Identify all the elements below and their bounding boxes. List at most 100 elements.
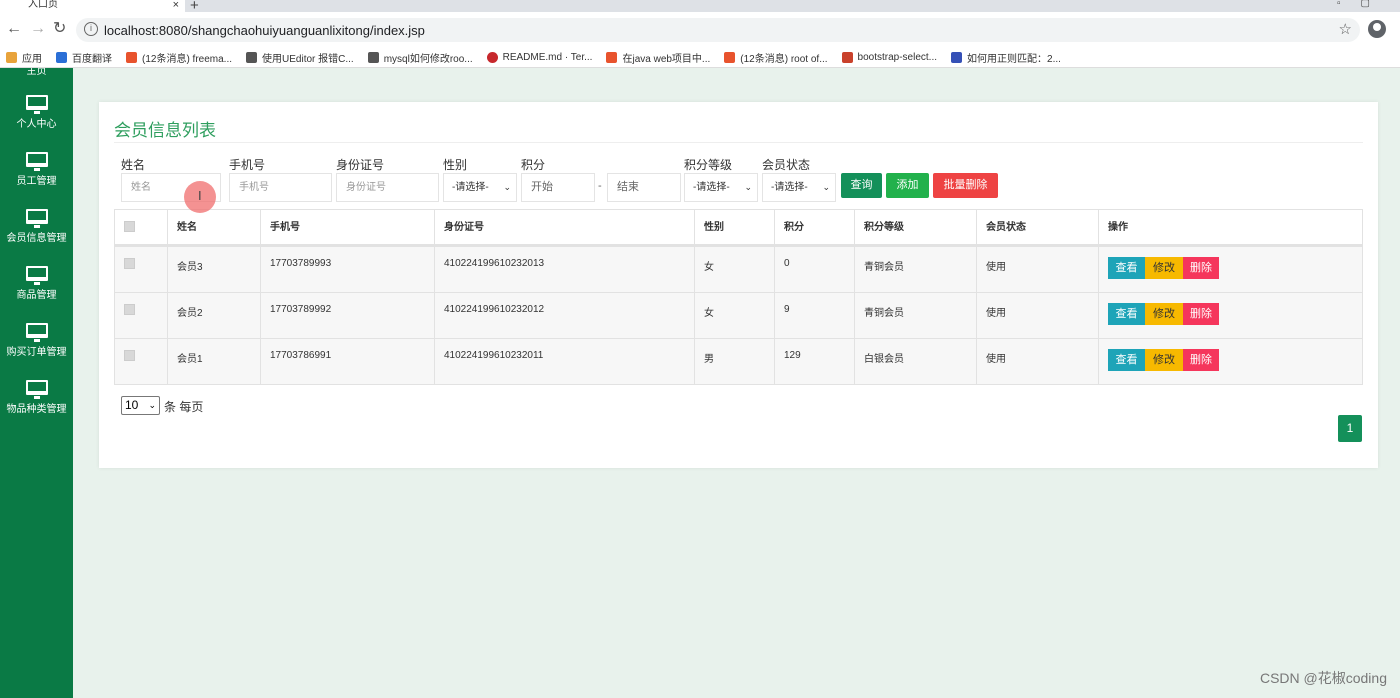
url-input[interactable]: i localhost:8080/shangchaohuiyuanguanlix… (76, 18, 1360, 42)
sidebar-item-label: 个人中心 (16, 119, 57, 130)
tab-close-icon[interactable]: × (173, 0, 179, 11)
mouse-cursor-icon (184, 181, 216, 213)
cell-points: 0 (774, 247, 854, 292)
bookmark-favicon-icon (606, 52, 618, 63)
phone-filter-label: 手机号 (229, 158, 266, 172)
cell-name: 会员2 (167, 293, 260, 338)
cell-gender: 女 (694, 247, 774, 292)
page-1-button[interactable]: 1 (1338, 415, 1362, 442)
idcard-filter-input[interactable]: 身份证号 (336, 173, 439, 202)
sidebar-item-label: 会员信息管理 (6, 233, 67, 244)
bookmark-favicon-icon (486, 52, 498, 63)
row-checkbox[interactable] (124, 258, 135, 269)
sidebar-item-home[interactable]: 主页 (0, 68, 73, 77)
table-row: 会员1 17703786991 410224199610232011 男 129… (115, 338, 1362, 384)
cell-actions: 查看 修改 删除 (1098, 247, 1362, 292)
site-info-icon[interactable]: i (84, 22, 98, 36)
delete-button[interactable]: 删除 (1183, 303, 1219, 325)
bookmark-favicon-icon (367, 52, 379, 63)
browser-tab[interactable]: 入口页 × (0, 0, 185, 12)
cell-name: 会员1 (167, 339, 260, 384)
select-all-checkbox[interactable] (124, 221, 135, 232)
sidebar-item-categories[interactable]: 物品种类管理 (0, 380, 73, 415)
sidebar-item-products[interactable]: 商品管理 (0, 266, 73, 301)
page-size-value: 10 (125, 398, 139, 412)
bookmark-item[interactable]: (12条消息) root of... (724, 50, 828, 65)
phone-filter-input[interactable]: 手机号 (229, 173, 332, 202)
level-select-value: -请选择- (693, 182, 730, 193)
name-filter-label: 姓名 (121, 158, 146, 172)
view-button[interactable]: 查看 (1108, 349, 1145, 371)
bookmark-item[interactable]: bootstrap-select... (841, 52, 937, 63)
chevron-down-icon: ⌄ (744, 182, 752, 192)
header-actions: 操作 (1098, 210, 1362, 244)
sidebar-item-orders[interactable]: 购买订单管理 (0, 323, 73, 358)
delete-button[interactable]: 删除 (1183, 257, 1219, 279)
bookmark-item[interactable]: 使用UEditor 报错C... (246, 50, 354, 65)
level-filter-select[interactable]: -请选择- ⌄ (684, 173, 758, 202)
table-row: 会员3 17703789993 410224199610232013 女 0 青… (115, 246, 1362, 292)
profile-avatar-icon[interactable] (1368, 20, 1386, 38)
status-filter-label: 会员状态 (762, 158, 811, 172)
batch-delete-button[interactable]: 批量删除 (933, 173, 998, 198)
status-select-value: -请选择- (771, 182, 808, 193)
table-header-row: 姓名 手机号 身份证号 性别 积分 积分等级 会员状态 操作 (115, 210, 1362, 246)
window-controls[interactable]: ▫▢ (1337, 0, 1390, 9)
points-filter-label: 积分 (521, 158, 546, 172)
bookmark-apps[interactable]: 应用 (6, 50, 42, 65)
monitor-icon (25, 266, 48, 285)
sidebar-item-members[interactable]: 会员信息管理 (0, 209, 73, 244)
edit-button[interactable]: 修改 (1145, 257, 1183, 279)
add-button[interactable]: 添加 (886, 173, 929, 198)
idcard-filter-label: 身份证号 (336, 158, 385, 172)
sidebar-item-profile[interactable]: 个人中心 (0, 95, 73, 130)
view-button[interactable]: 查看 (1108, 303, 1145, 325)
monitor-icon (25, 209, 48, 228)
page-size-select[interactable]: 10 ⌄ (121, 396, 160, 415)
cell-idcard: 410224199610232012 (434, 293, 694, 338)
bookmark-item[interactable]: README.md · Ter... (486, 52, 592, 63)
back-icon[interactable]: ← (6, 20, 22, 38)
monitor-icon (25, 380, 48, 399)
monitor-icon (25, 152, 48, 171)
bookmark-favicon-icon (246, 52, 258, 63)
cell-idcard: 410224199610232013 (434, 247, 694, 292)
sidebar: 主页 个人中心 员工管理 会员信息管理 商品管理 购买订单管理 物品种类管理 (0, 68, 73, 698)
bookmark-item[interactable]: 在java web项目中... (606, 50, 710, 65)
points-start-input[interactable]: 开始 (521, 173, 595, 202)
cell-gender: 女 (694, 293, 774, 338)
reload-icon[interactable]: ↻ (53, 20, 66, 38)
bookmark-item[interactable]: 百度翻译 (56, 50, 112, 65)
status-filter-select[interactable]: -请选择- ⌄ (762, 173, 836, 202)
gender-filter-label: 性别 (443, 158, 468, 172)
chevron-down-icon: ⌄ (503, 182, 511, 192)
delete-button[interactable]: 删除 (1183, 349, 1219, 371)
cell-status: 使用 (976, 247, 1098, 292)
gender-filter-select[interactable]: -请选择- ⌄ (443, 173, 517, 202)
query-button[interactable]: 查询 (841, 173, 882, 198)
header-status: 会员状态 (976, 210, 1098, 244)
bookmark-item[interactable]: mysql如何修改roo... (367, 50, 473, 65)
cell-level: 白银会员 (854, 339, 976, 384)
row-checkbox[interactable] (124, 350, 135, 361)
points-end-input[interactable]: 结束 (607, 173, 681, 202)
per-page-label: 条 每页 (164, 400, 204, 414)
bookmark-star-icon[interactable]: ☆ (1339, 20, 1352, 38)
row-select-cell (115, 339, 167, 384)
row-checkbox[interactable] (124, 304, 135, 315)
edit-button[interactable]: 修改 (1145, 349, 1183, 371)
header-name: 姓名 (167, 210, 260, 244)
chevron-down-icon: ⌄ (822, 182, 830, 192)
bookmark-item[interactable]: 如何用正则匹配：2... (951, 50, 1061, 65)
sidebar-item-label: 物品种类管理 (6, 404, 67, 415)
table-row: 会员2 17703789992 410224199610232012 女 9 青… (115, 292, 1362, 338)
apps-grid-icon (6, 52, 17, 63)
cell-points: 129 (774, 339, 854, 384)
bookmark-item[interactable]: (12条消息) freema... (126, 50, 232, 65)
sidebar-item-staff[interactable]: 员工管理 (0, 152, 73, 187)
edit-button[interactable]: 修改 (1145, 303, 1183, 325)
view-button[interactable]: 查看 (1108, 257, 1145, 279)
forward-icon[interactable]: → (30, 20, 46, 38)
bookmark-favicon-icon (951, 52, 963, 63)
gender-select-value: -请选择- (452, 182, 489, 193)
